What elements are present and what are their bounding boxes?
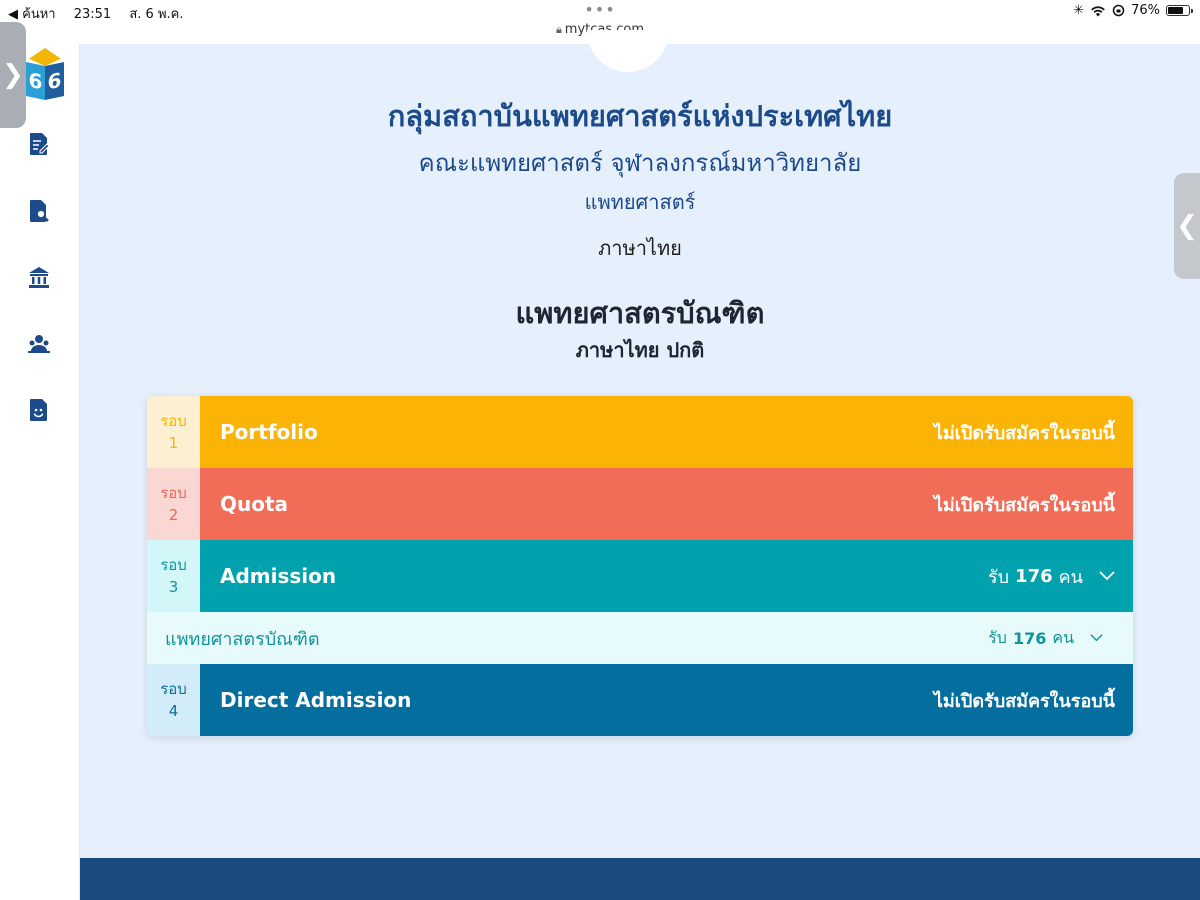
left-panel-handle[interactable]: ❯ [0,22,26,128]
round-number: 2 [168,506,179,524]
round-number-cell: รอบ 4 [147,664,200,736]
round-number: 1 [168,434,179,452]
program-title: แพทยศาสตรบัณฑิต [515,296,765,330]
sidebar: 6 6 [0,44,80,900]
round-number-cell: รอบ 1 [147,396,200,468]
round-status: รับ 176 คน [988,562,1115,591]
institution-title: กลุ่มสถาบันแพทยศาสตร์แห่งประเทศไทย [387,99,893,133]
round-status: ไม่เปิดรับสมัครในรอบนี้ [933,494,1115,516]
round-number: 4 [168,702,179,720]
round-label: รอบ [160,484,187,502]
rounds-table: รอบ 1 Portfolio ไม่เปิดรับสมัครในรอบนี้ … [147,396,1133,736]
round-label: รอบ [160,680,187,698]
chevron-down-icon[interactable] [1099,571,1115,581]
lock-icon: 🔒︎ [555,23,562,36]
round-label: รอบ [160,556,187,574]
round-main-cell: Admission รับ 176 คน [200,540,1133,612]
multitasking-dots-icon[interactable]: ••• [0,0,1200,19]
program-type: ภาษาไทย ปกติ [575,338,705,362]
sub-quota: รับ 176 คน [988,626,1103,651]
round-row-admission[interactable]: รอบ 3 Admission รับ 176 คน [147,540,1133,612]
round-name: Admission [220,564,337,588]
round-number-cell: รอบ 3 [147,540,200,612]
sub-quota-prefix: รับ [988,627,1007,647]
document-smile-icon[interactable] [28,398,50,422]
round-main-cell: Quota ไม่เปิดรับสมัครในรอบนี้ [200,468,1133,540]
document-edit-icon[interactable] [28,132,50,156]
round-main-cell: Direct Admission ไม่เปิดรับสมัครในรอบนี้ [200,664,1133,736]
round-row-direct-admission[interactable]: รอบ 4 Direct Admission ไม่เปิดรับสมัครใน… [147,664,1133,736]
quota-prefix: รับ [987,566,1010,588]
logo-right: 6 [45,61,64,101]
tcas-logo[interactable]: 6 6 [26,48,64,101]
sub-quota-unit: คน [1052,627,1074,647]
language-label: ภาษาไทย [598,236,682,260]
round-status: ไม่เปิดรับสมัครในรอบนี้ [933,690,1115,712]
institution-icon[interactable] [28,265,50,289]
chevron-down-icon[interactable] [1090,634,1103,642]
round-main-cell: Portfolio ไม่เปิดรับสมัครในรอบนี้ [200,396,1133,468]
round-name: Portfolio [220,420,318,444]
header-decoration [587,30,669,72]
sub-program-name: แพทยศาสตรบัณฑิต [165,628,320,650]
rotation-lock-icon [1112,4,1125,17]
battery-percent: 76% [1131,3,1160,18]
round-number-cell: รอบ 2 [147,468,200,540]
round-status: ไม่เปิดรับสมัครในรอบนี้ [933,422,1115,444]
round-name: Direct Admission [220,688,412,712]
logo-left: 6 [26,61,45,101]
round-row-portfolio[interactable]: รอบ 1 Portfolio ไม่เปิดรับสมัครในรอบนี้ [147,396,1133,468]
round-row-quota[interactable]: รอบ 2 Quota ไม่เปิดรับสมัครในรอบนี้ [147,468,1133,540]
status-right: ✳︎ 76% [1073,3,1193,18]
sub-quota-count: 176 [1012,628,1047,648]
round-label: รอบ [160,412,187,430]
loading-icon: ✳︎ [1073,3,1085,18]
wifi-icon [1091,5,1105,16]
battery-icon [1166,5,1193,16]
admission-sub-row[interactable]: แพทยศาสตรบัณฑิต รับ 176 คน [147,612,1133,664]
quota-unit: คน [1058,566,1083,588]
field-title: แพทยศาสตร์ [584,190,696,214]
round-name: Quota [220,492,289,516]
page-footer [80,858,1200,900]
faculty-title: คณะแพทยศาสตร์ จุฬาลงกรณ์มหาวิทยาลัย [418,149,862,177]
round-number: 3 [168,578,179,596]
user-group-icon[interactable] [28,331,50,355]
document-search-icon[interactable] [28,199,50,223]
quota-count: 176 [1015,565,1053,587]
